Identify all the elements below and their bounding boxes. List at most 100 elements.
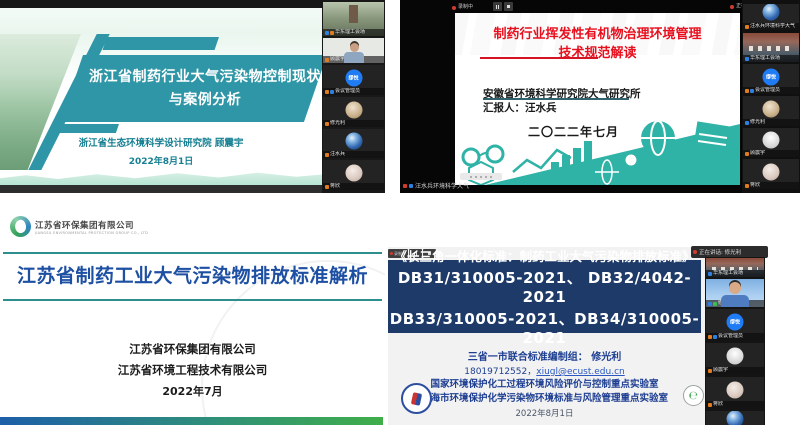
participant-label: 蒋欣 (706, 401, 764, 408)
participant-name: 顾震宇 (750, 150, 765, 157)
mic-icon (708, 335, 712, 339)
gradient-footer-bar (0, 417, 383, 425)
member-icon (713, 335, 717, 339)
photo-avatar-icon (345, 101, 362, 118)
mic-icon (325, 122, 329, 126)
member-icon (745, 57, 749, 61)
pause-recording-button[interactable] (493, 2, 502, 11)
participant-name: 会议管理员 (335, 88, 360, 95)
panel-bottom-right: 录制中 《长三角一体化标准：制药工业大气污染物排放标准》 DB31/310005… (388, 205, 800, 425)
participant-name: 顾震宇 (713, 367, 728, 374)
photo-avatar-icon (345, 164, 362, 181)
slide-date: 2022年8月1日 (388, 407, 701, 419)
participant-tile-avatar[interactable]: 蒋欣 (706, 377, 764, 408)
participant-tile-avatar[interactable]: 蒋欣 (323, 160, 384, 190)
mic-icon (325, 153, 329, 157)
participant-label: 会议管理员 (323, 88, 384, 95)
recording-indicator: 录制中 (452, 3, 473, 12)
mic-icon (325, 185, 329, 189)
divider-line (3, 299, 382, 301)
participant-name: 顾震宇 (330, 56, 345, 63)
initials-avatar: 缪悦 (345, 69, 362, 86)
editing-team: 三省一市联合标准编制组： 修光利 (388, 348, 701, 363)
slide-title-line3: DB33/310005-2021、DB34/310005-2021 (388, 308, 701, 347)
participant-tile-room[interactable]: 华东理工会场 (323, 2, 384, 36)
shared-slide: 制药行业挥发性有机物治理环境管理 技术规范解读 安徽省环境科学研究院大气研究所 … (455, 13, 740, 185)
mic-icon (325, 90, 329, 94)
university-seal-icon (401, 383, 432, 414)
speaking-dot-icon (693, 250, 697, 254)
slide-title-line1: 浙江省制药行业大气污染物控制现状 (83, 66, 322, 88)
laboratory-2: 上海市环境保护化学污染物环境标准与风险管理重点实验室 (388, 390, 701, 404)
participant-tile-avatar[interactable]: 顾震宇 (743, 128, 799, 157)
photo-avatar-icon (763, 163, 780, 180)
participant-name: 汪水兵环境科学大气 (750, 23, 795, 30)
logo-swoosh-icon (10, 216, 31, 237)
participant-tile-avatar[interactable]: 顾震宇 (706, 343, 764, 374)
participant-label: 蒋欣 (743, 182, 799, 189)
participant-name: 华东理工会场 (750, 55, 780, 62)
divider-line (3, 252, 382, 254)
title-banner: 浙江省制药行业大气污染物控制现状 与案例分析 (60, 55, 322, 122)
participant-tile-avatar[interactable]: 修光利 (743, 96, 799, 126)
video-bottom-bar (0, 185, 322, 193)
member-icon (708, 272, 712, 276)
participant-label: 会议管理员 (743, 87, 799, 94)
participant-label: 会议管理员 (706, 333, 764, 340)
slide-title: 江苏省制药工业大气污染物排放标准解析 (0, 261, 385, 288)
participant-name: 修光利 (718, 300, 733, 307)
earth-avatar-icon (763, 4, 780, 20)
slide-title-line1: 制药行业挥发性有机物治理环境管理 (455, 26, 740, 45)
recording-label: 录制中 (458, 3, 473, 12)
slide-date: 2022年7月 (0, 383, 385, 399)
presenter-toolbar[interactable] (460, 173, 502, 180)
decor-parallelogram-top (103, 37, 219, 50)
participant-tile-avatar[interactable]: 汪水兵环境科学大气 (743, 4, 799, 30)
record-dot-icon (403, 184, 407, 188)
participant-tile-avatar[interactable]: 蒋欣 (743, 159, 799, 189)
mic-icon (325, 58, 329, 62)
photo-avatar-icon (763, 100, 780, 117)
participant-name: 汪水兵 (330, 151, 345, 158)
panel-top-right: 录制中 正在讲话: 汪水兵 制药行业挥发性有机物治理环境管理 技术规范解读 安徽… (400, 0, 800, 193)
mic-icon (330, 31, 334, 35)
participant-name: 华东理工会场 (335, 29, 365, 36)
seal-center-mark (411, 392, 422, 406)
participant-name: 蒋欣 (750, 182, 760, 189)
participant-label: 修光利 (323, 120, 384, 127)
window-title-bar (0, 0, 322, 8)
participant-tile-avatar[interactable] (706, 411, 764, 425)
slide-author: 浙江省生态环境科学设计研究院 顾震宇 (0, 135, 322, 149)
participant-label: 汪水兵环境科学大气 (743, 23, 799, 30)
participant-name: 会议管理员 (718, 333, 743, 340)
participant-tile-avatar[interactable]: 缪悦 会议管理员 (323, 65, 384, 95)
mic-active-icon (713, 302, 717, 306)
slide-date: 2022年8月1日 (0, 154, 322, 167)
participants-sidebar: 华东理工会场 修光利 缪悦 会议管理员 (705, 257, 765, 425)
participants-sidebar: 汪水兵环境科学大气 华东理工会场 缪悦 会议管理员 (742, 0, 800, 193)
slide-title-line2: 技术规范解读 (455, 45, 740, 64)
member-icon (750, 89, 754, 93)
silhouette-avatar-icon (763, 132, 780, 149)
participant-tile-webcam[interactable]: 顾震宇 (323, 38, 384, 63)
participant-tile-room[interactable]: 华东理工会场 (743, 33, 799, 62)
participant-tile-avatar[interactable]: 缪悦 会议管理员 (743, 64, 799, 94)
silhouette-avatar-icon (727, 348, 744, 365)
slide-title-line1: 《长三角一体化标准：制药工业大气污染物排放标准》 (388, 246, 701, 265)
participant-tile-avatar[interactable]: 汪水兵 (323, 129, 384, 158)
initials-avatar: 缪悦 (727, 314, 744, 331)
participant-label: 顾震宇 (743, 150, 799, 157)
screenshot-canvas: 录制中 浙江省制药行业大气污染物控制现状 与案例分析 浙江省生态环境科学设计研究… (0, 0, 800, 425)
mic-icon (708, 403, 712, 407)
stop-recording-button[interactable] (504, 2, 513, 11)
mic-icon (745, 89, 749, 93)
participant-tile-avatar[interactable]: 修光利 (323, 97, 384, 127)
e-badge-icon: ℮ (683, 385, 704, 406)
participant-name: 修光利 (330, 120, 345, 127)
participant-tile-avatar[interactable]: 缪悦 会议管理员 (706, 309, 764, 340)
mic-icon (745, 25, 749, 29)
participant-tile-webcam[interactable]: 修光利 (706, 279, 764, 307)
participant-tile-room[interactable]: 华东理工会场 (706, 258, 764, 277)
participant-name: 会议管理员 (755, 87, 780, 94)
participant-name: 蒋欣 (330, 183, 340, 190)
